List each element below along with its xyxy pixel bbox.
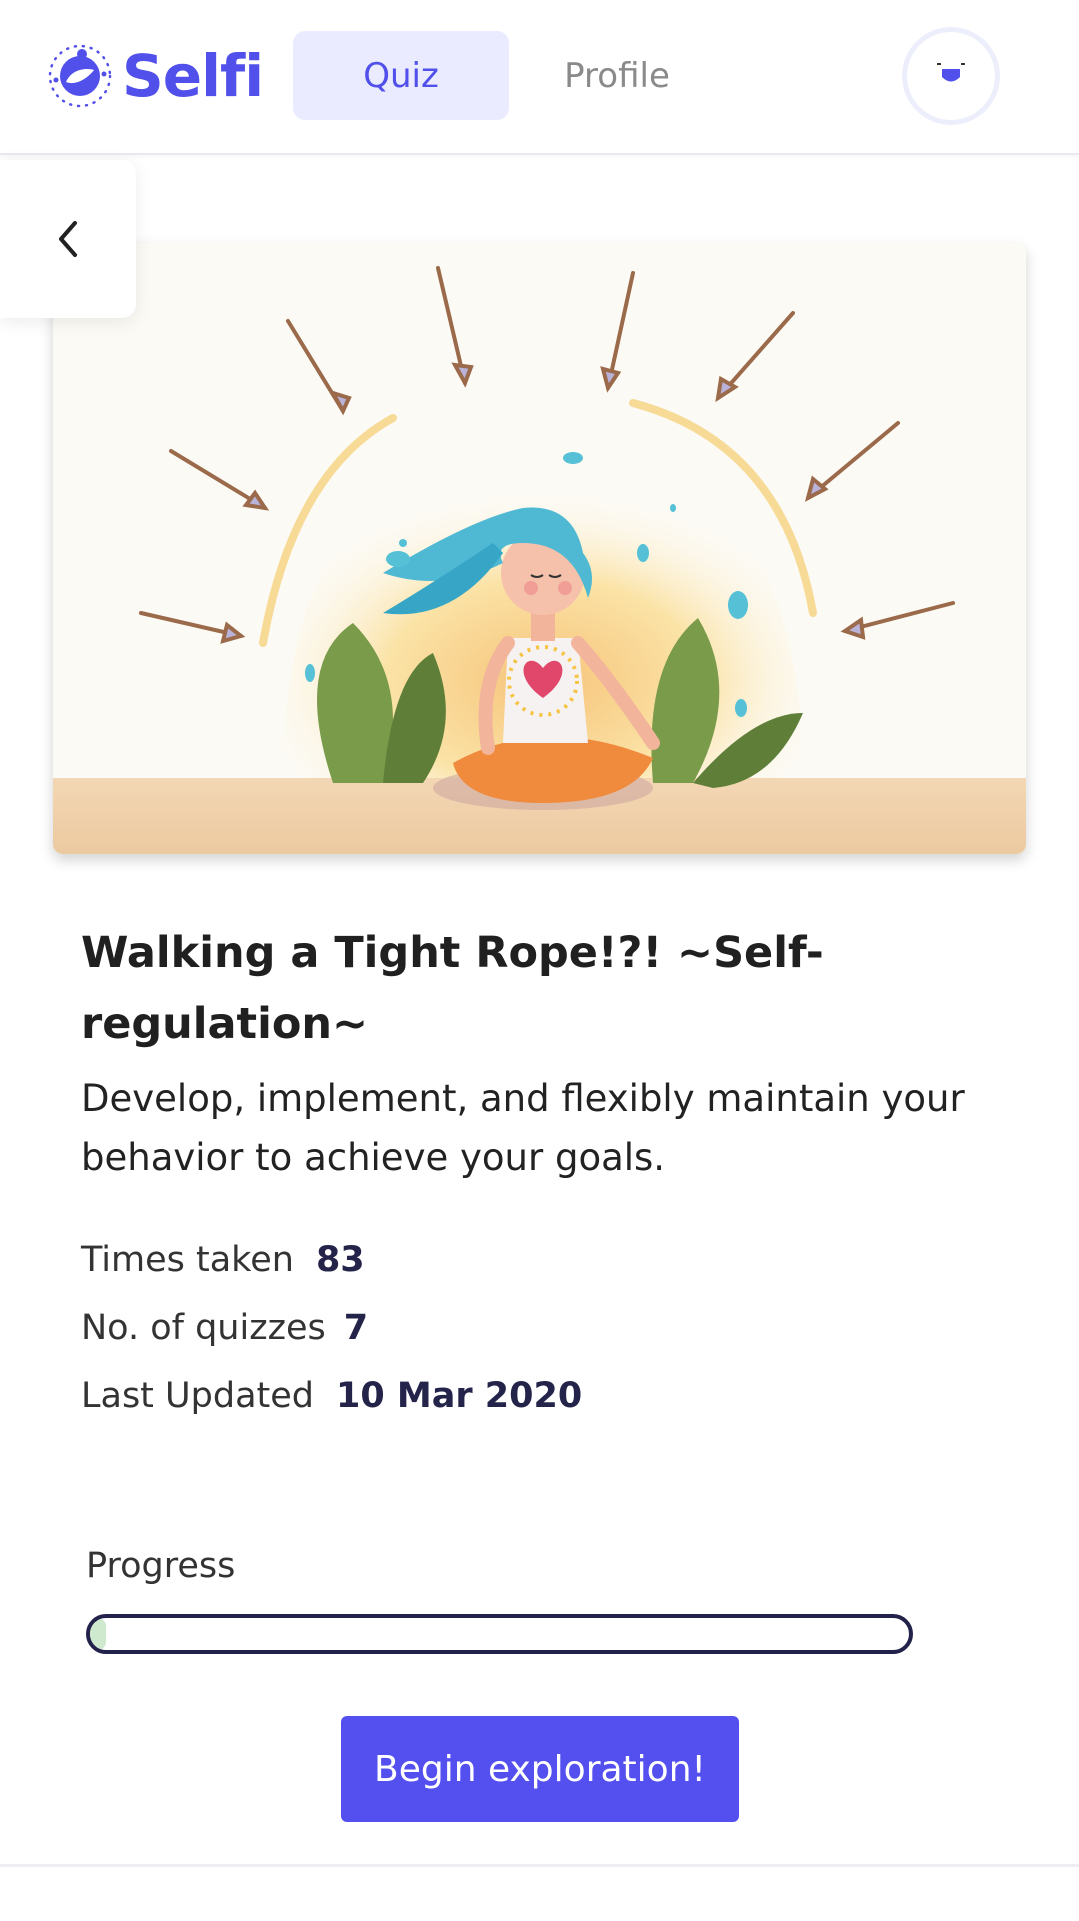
- stat-label: Last Updated: [81, 1376, 315, 1416]
- chevron-left-icon: [59, 221, 77, 257]
- stat-label: No. of quizzes: [81, 1308, 326, 1348]
- top-bar: Selfi Quiz Profile: [0, 0, 1079, 155]
- tab-profile[interactable]: Profile: [509, 31, 725, 120]
- avatar[interactable]: [902, 27, 1000, 125]
- begin-exploration-button[interactable]: Begin exploration!: [341, 1716, 739, 1822]
- stat-value: 10 Mar 2020: [336, 1376, 583, 1416]
- stat-last-updated: Last Updated 10 Mar 2020: [81, 1370, 582, 1422]
- stat-value: 7: [343, 1308, 369, 1348]
- stat-quiz-count: No. of quizzes 7: [81, 1302, 368, 1354]
- selfi-logo[interactable]: Selfi: [42, 36, 264, 116]
- smiley-face-icon: [937, 63, 965, 82]
- progress-fill: [90, 1618, 107, 1650]
- progress-label: Progress: [86, 1546, 236, 1586]
- bottom-divider: [0, 1864, 1079, 1867]
- progress-bar: [86, 1614, 913, 1654]
- logo-mark-icon: [48, 44, 112, 108]
- stat-value: 83: [315, 1240, 365, 1280]
- quiz-title: Walking a Tight Rope!?! ~Self-regulation…: [81, 928, 824, 1049]
- tab-quiz[interactable]: Quiz: [293, 31, 509, 120]
- brand-name: Selfi: [122, 42, 264, 110]
- quiz-description: Develop, implement, and flexibly maintai…: [81, 1077, 965, 1179]
- stat-times-taken: Times taken 83: [81, 1234, 365, 1286]
- quiz-illustration: [53, 243, 1026, 854]
- stat-label: Times taken: [81, 1240, 294, 1280]
- back-button[interactable]: [0, 160, 136, 318]
